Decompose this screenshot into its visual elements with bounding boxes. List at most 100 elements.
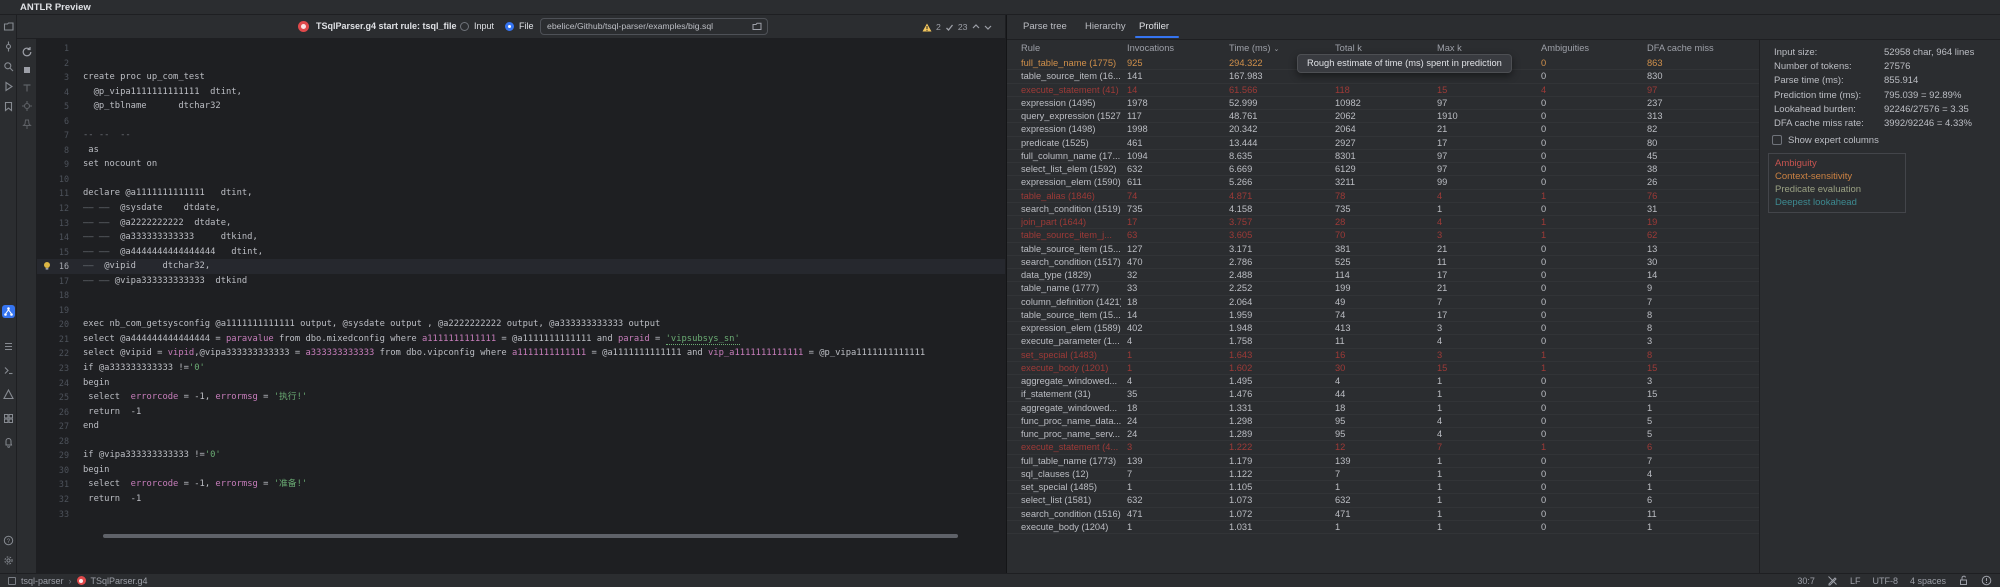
editor-line[interactable]: 30begin bbox=[37, 463, 1005, 478]
chevron-down-icon[interactable] bbox=[984, 23, 992, 31]
help-icon[interactable]: ? bbox=[3, 535, 14, 546]
locate-icon[interactable] bbox=[21, 100, 33, 112]
editor-line[interactable]: 9set nocount on bbox=[37, 157, 1005, 172]
table-row[interactable]: func_proc_name_serv...241.28995405 bbox=[1007, 428, 1759, 441]
table-row[interactable]: table_name (1777)332.2521992109 bbox=[1007, 282, 1759, 295]
line-ending[interactable]: LF bbox=[1850, 576, 1861, 586]
column-header-invocations[interactable]: Invocations bbox=[1127, 43, 1174, 53]
caret-position[interactable]: 30:7 bbox=[1797, 576, 1815, 586]
table-row[interactable]: expression_elem (1590)6115.266321199026 bbox=[1007, 176, 1759, 189]
table-row[interactable]: table_alias (1846)744.871784176 bbox=[1007, 190, 1759, 203]
editor-line[interactable]: 17—— —— @vipa333333333333 dtkind bbox=[37, 274, 1005, 289]
table-row[interactable]: aggregate_windowed...181.33118101 bbox=[1007, 402, 1759, 415]
editor-line[interactable]: 10 bbox=[37, 172, 1005, 187]
table-row[interactable]: aggregate_windowed...41.4954103 bbox=[1007, 375, 1759, 388]
alert-circle-icon[interactable] bbox=[1981, 575, 1992, 586]
column-header-rule[interactable]: Rule bbox=[1021, 43, 1040, 53]
editor-line[interactable]: 24begin bbox=[37, 376, 1005, 391]
services-icon[interactable] bbox=[3, 413, 14, 424]
notifications-icon[interactable] bbox=[3, 437, 14, 448]
expert-columns-row[interactable]: Show expert columns bbox=[1772, 133, 1879, 147]
table-row[interactable]: search_condition (1516)4711.0724711011 bbox=[1007, 508, 1759, 521]
editor-line[interactable]: 25 select errorcode = -1, errormsg = '执行… bbox=[37, 390, 1005, 405]
editor-line[interactable]: 29if @vipa333333333333 !='0' bbox=[37, 448, 1005, 463]
editor-line[interactable]: 7-- -- -- bbox=[37, 128, 1005, 143]
table-row[interactable]: func_proc_name_data...241.29895405 bbox=[1007, 415, 1759, 428]
table-row[interactable]: execute_body (1201)11.6023015115 bbox=[1007, 362, 1759, 375]
table-row[interactable]: expression (1495)197852.99910982970237 bbox=[1007, 97, 1759, 110]
antlr-preview-icon[interactable] bbox=[2, 305, 15, 318]
show-expert-columns-checkbox[interactable] bbox=[1772, 135, 1782, 145]
editor-line[interactable]: 20exec nb_com_getsysconfig @a11111111111… bbox=[37, 317, 1005, 332]
file-path-input[interactable]: ebelice/Github/tsql-parser/examples/big.… bbox=[540, 18, 768, 35]
editor-line[interactable]: 15—— —— @a4444444444444444 dtint, bbox=[37, 245, 1005, 260]
column-header-dfa-cache-miss[interactable]: DFA cache miss bbox=[1647, 43, 1714, 53]
table-row[interactable]: execute_statement (4...31.22212716 bbox=[1007, 441, 1759, 454]
column-header-total-k[interactable]: Total k bbox=[1335, 43, 1362, 53]
terminal-icon[interactable] bbox=[3, 365, 14, 376]
table-row[interactable]: execute_statement (41)1461.56611815497 bbox=[1007, 84, 1759, 97]
stop-icon[interactable] bbox=[21, 64, 33, 76]
table-row[interactable]: table_source_item (15...141.959741708 bbox=[1007, 309, 1759, 322]
refresh-icon[interactable] bbox=[21, 46, 33, 58]
editor-line[interactable]: 16—— @vipid dtchar32, bbox=[37, 259, 1005, 274]
breadcrumb-project[interactable]: tsql-parser bbox=[21, 576, 64, 586]
project-icon[interactable] bbox=[3, 21, 14, 32]
tab-profiler[interactable]: Profiler bbox=[1139, 21, 1169, 32]
editor-line[interactable]: 2 bbox=[37, 56, 1005, 71]
column-header-time-ms-[interactable]: Time (ms)⌄ bbox=[1229, 43, 1279, 53]
table-row[interactable]: expression_elem (1589)4021.948413308 bbox=[1007, 322, 1759, 335]
tab-hierarchy[interactable]: Hierarchy bbox=[1085, 21, 1126, 32]
input-radio-label[interactable]: Input bbox=[474, 21, 494, 31]
run-icon[interactable] bbox=[3, 81, 14, 92]
table-row[interactable]: expression (1498)199820.342206421082 bbox=[1007, 123, 1759, 136]
table-row[interactable]: data_type (1829)322.48811417014 bbox=[1007, 269, 1759, 282]
table-row[interactable]: set_special (1483)11.64316318 bbox=[1007, 349, 1759, 362]
problems-icon[interactable] bbox=[3, 389, 14, 400]
table-row[interactable]: sql_clauses (12)71.1227104 bbox=[1007, 468, 1759, 481]
table-row[interactable]: query_expression (1527)11748.76120621910… bbox=[1007, 110, 1759, 123]
editor-line[interactable]: 33 bbox=[37, 507, 1005, 522]
file-radio[interactable] bbox=[505, 22, 514, 31]
table-row[interactable]: column_definition (1421)182.06449707 bbox=[1007, 296, 1759, 309]
table-row[interactable]: select_list_elem (1592)6326.669612997038 bbox=[1007, 163, 1759, 176]
editor-line[interactable]: 14—— —— @a333333333333 dtkind, bbox=[37, 230, 1005, 245]
intention-bulb-icon[interactable] bbox=[42, 261, 52, 271]
editor-line[interactable]: 19 bbox=[37, 303, 1005, 318]
table-row[interactable]: predicate (1525)46113.444292717080 bbox=[1007, 137, 1759, 150]
editor-line[interactable]: 18 bbox=[37, 288, 1005, 303]
table-row[interactable]: table_source_item_j...633.605703162 bbox=[1007, 229, 1759, 242]
structure-icon[interactable] bbox=[3, 341, 14, 352]
inspections-widget[interactable]: 2 23 bbox=[922, 20, 992, 34]
table-row[interactable]: full_table_name (1773)1391.179139107 bbox=[1007, 455, 1759, 468]
editor-line[interactable]: 4 @p_vipa1111111111111 dtint, bbox=[37, 85, 1005, 100]
folder-icon[interactable] bbox=[752, 22, 762, 31]
editor-line[interactable]: 1 bbox=[37, 41, 1005, 56]
editor-line[interactable]: 32 return -1 bbox=[37, 492, 1005, 507]
table-row[interactable]: set_special (1485)11.1051101 bbox=[1007, 481, 1759, 494]
code-editor[interactable]: 123create proc up_com_test4 @p_vipa11111… bbox=[37, 39, 1005, 573]
editor-line[interactable]: 21select @a444444444444444 = paravalue f… bbox=[37, 332, 1005, 347]
table-row[interactable]: select_list (1581)6321.073632106 bbox=[1007, 494, 1759, 507]
editor-line[interactable]: 8 as bbox=[37, 143, 1005, 158]
table-row[interactable]: execute_body (1204)11.0311101 bbox=[1007, 521, 1759, 534]
editor-line[interactable]: 26 return -1 bbox=[37, 405, 1005, 420]
column-header-max-k[interactable]: Max k bbox=[1437, 43, 1462, 53]
encoding[interactable]: UTF-8 bbox=[1872, 576, 1898, 586]
column-header-ambiguities[interactable]: Ambiguities bbox=[1541, 43, 1589, 53]
editor-line[interactable]: 11declare @a1111111111111 dtint, bbox=[37, 186, 1005, 201]
editor-horizontal-scrollbar[interactable] bbox=[103, 534, 958, 538]
chevron-up-icon[interactable] bbox=[972, 23, 980, 31]
breadcrumb[interactable]: tsql-parser › TSqlParser.g4 bbox=[8, 576, 148, 586]
table-row[interactable]: join_part (1644)173.757284119 bbox=[1007, 216, 1759, 229]
table-row[interactable]: search_condition (1517)4702.78652511030 bbox=[1007, 256, 1759, 269]
bookmarks-icon[interactable] bbox=[3, 101, 14, 112]
table-row[interactable]: full_column_name (17...10948.63583019704… bbox=[1007, 150, 1759, 163]
file-radio-label[interactable]: File bbox=[519, 21, 534, 31]
editor-line[interactable]: 31 select errorcode = -1, errormsg = '准备… bbox=[37, 477, 1005, 492]
table-row[interactable]: table_source_item (15...1273.17138121013 bbox=[1007, 243, 1759, 256]
editor-line[interactable]: 28 bbox=[37, 434, 1005, 449]
table-row[interactable]: if_statement (31)351.476441015 bbox=[1007, 388, 1759, 401]
editor-line[interactable]: 12—— —— @sysdate dtdate, bbox=[37, 201, 1005, 216]
tab-parse-tree[interactable]: Parse tree bbox=[1023, 21, 1067, 32]
